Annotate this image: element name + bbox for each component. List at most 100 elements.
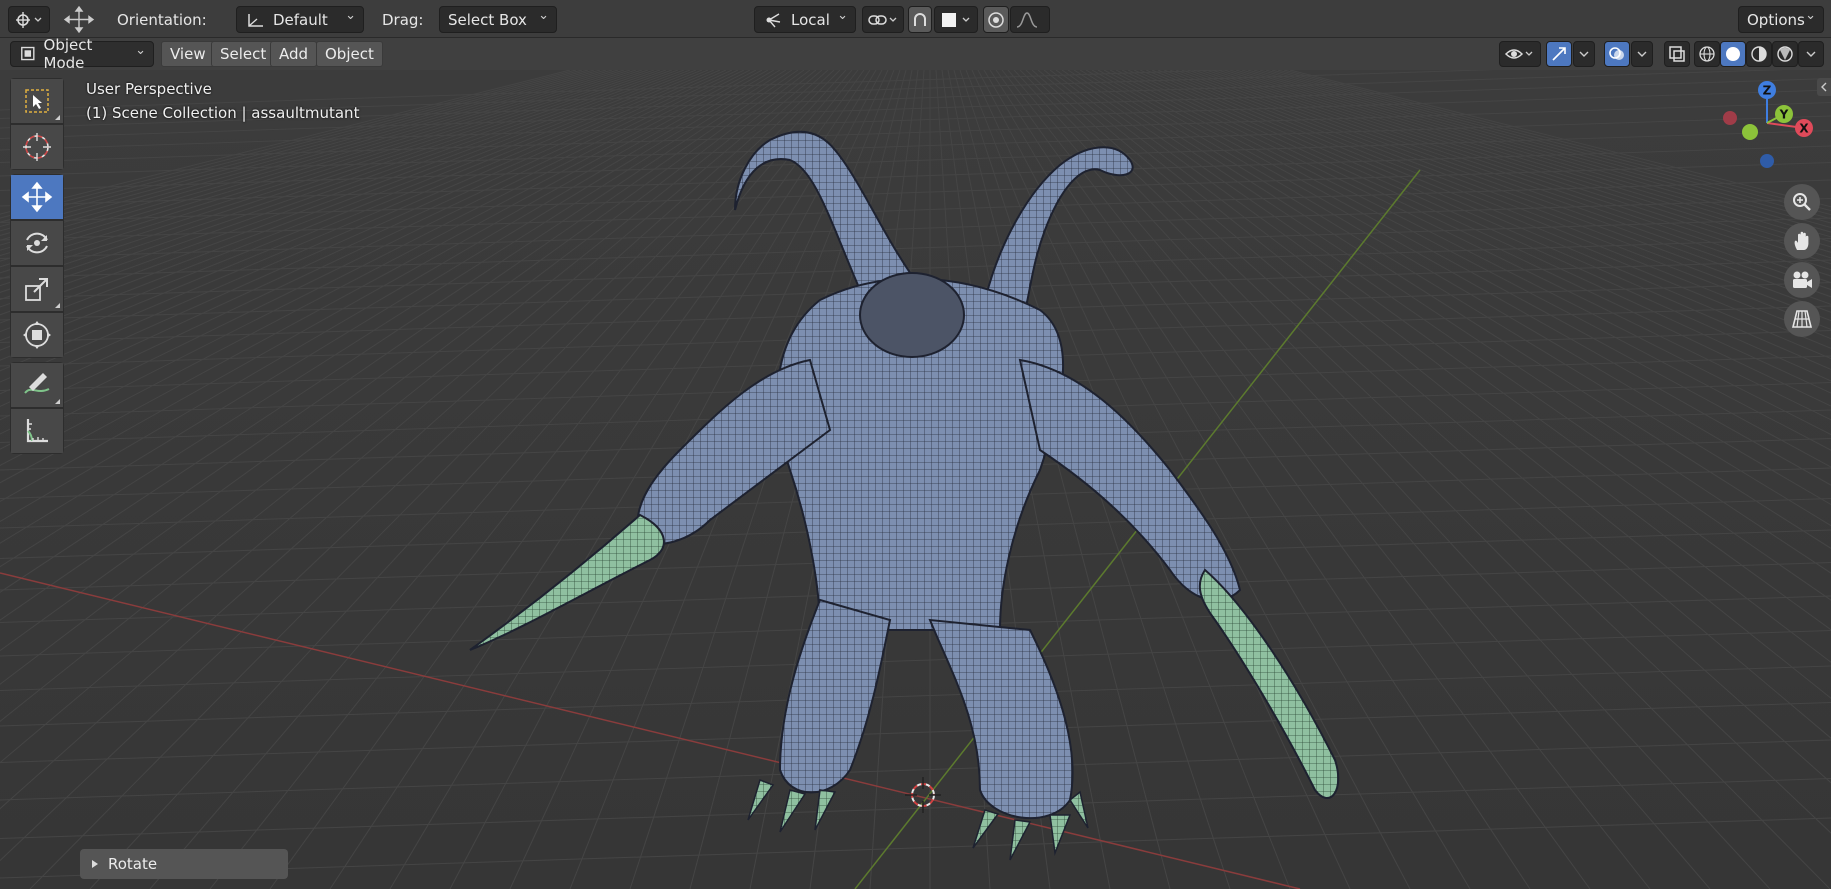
material-sphere-icon (1751, 46, 1767, 62)
perspective-toggle-button[interactable] (1784, 301, 1820, 337)
move-arrows-icon (63, 6, 95, 33)
shading-solid[interactable] (1720, 41, 1746, 67)
scale-icon (25, 278, 48, 301)
camera-view-button[interactable] (1784, 262, 1820, 298)
last-operator-panel[interactable]: Rotate (80, 849, 288, 879)
hand-icon (1794, 231, 1809, 250)
magnet-icon (914, 12, 926, 26)
cursor-crosshair-icon (23, 133, 51, 161)
menu-object-label: Object (316, 41, 383, 67)
shading-dropdown[interactable] (1798, 41, 1824, 67)
transform-icon (23, 321, 51, 349)
cursor-tool[interactable] (10, 124, 64, 170)
shading-material[interactable] (1746, 41, 1772, 67)
snap-toggle[interactable] (908, 6, 932, 33)
navigation-gizmo[interactable]: Z Y X (1712, 78, 1822, 178)
chevron-down-icon (1579, 51, 1589, 57)
viewport-header: Object Mode View Select Add Object (0, 36, 1831, 72)
gizmo-neg-y-handle[interactable] (1742, 124, 1758, 140)
orientation-label: Orientation: (117, 10, 207, 29)
options-label: Options (1747, 10, 1805, 29)
visibility-dropdown[interactable] (1499, 41, 1541, 67)
select-box-tool[interactable] (10, 78, 64, 124)
scale-tool[interactable] (10, 266, 64, 312)
gizmo-neg-z-handle[interactable] (1760, 154, 1774, 168)
triangle-right-icon (92, 860, 98, 868)
menu-add-label: Add (270, 41, 318, 67)
snap-increment-icon (942, 12, 970, 27)
grid-perspective-icon (1791, 310, 1813, 328)
move-tool[interactable] (10, 174, 64, 220)
proportional-edit-toggle[interactable] (983, 6, 1009, 33)
menu-view[interactable]: View (161, 41, 215, 67)
pencil-icon (24, 373, 50, 394)
editor-type-button[interactable] (8, 6, 50, 33)
orientation-dropdown[interactable]: Default (236, 6, 364, 33)
overlays-dropdown[interactable] (1631, 41, 1653, 67)
falloff-curve-icon (1016, 11, 1038, 28)
zoom-button[interactable] (1784, 184, 1820, 220)
menu-object[interactable]: Object (316, 41, 383, 67)
ruler-icon (26, 419, 48, 443)
gizmo-icon (1552, 47, 1566, 61)
menu-select[interactable]: Select (211, 41, 276, 67)
falloff-dropdown[interactable] (1010, 6, 1050, 33)
menu-view-label: View (161, 41, 215, 67)
mode-value: Object Mode (43, 36, 93, 72)
orientation-value: Default (273, 10, 328, 29)
mode-dropdown[interactable]: Object Mode (10, 36, 154, 72)
viewport-grid (0, 70, 1831, 889)
view-name: User Perspective (86, 80, 212, 98)
transform-tool[interactable] (10, 312, 64, 358)
move-icon (21, 181, 53, 213)
pan-button[interactable] (1784, 223, 1820, 259)
wireframe-sphere-icon (1699, 46, 1715, 62)
drag-dropdown[interactable]: Select Box (439, 6, 557, 33)
xray-toggle[interactable] (1664, 41, 1690, 67)
rotate-tool[interactable] (10, 220, 64, 266)
options-dropdown[interactable]: Options (1738, 6, 1824, 33)
transform-orientation-icon (766, 12, 781, 27)
overlays-toggle[interactable] (1604, 41, 1630, 67)
snap-target-dropdown[interactable] (934, 6, 978, 33)
proportional-edit-icon (988, 11, 1004, 28)
chevron-down-icon (1806, 51, 1816, 57)
annotate-tool[interactable] (10, 362, 64, 408)
select-box-icon (25, 89, 49, 113)
drag-label: Drag: (382, 10, 424, 29)
gizmo-neg-x-handle[interactable] (1723, 111, 1737, 125)
gizmo-dropdown[interactable] (1573, 41, 1595, 67)
sidebar-toggle[interactable] (1817, 78, 1831, 96)
eye-icon (1504, 49, 1533, 59)
shading-wireframe[interactable] (1694, 41, 1720, 67)
menu-add[interactable]: Add (270, 41, 318, 67)
overlays-icon (1609, 47, 1624, 60)
tool-shelf (10, 78, 64, 458)
pivot-dropdown[interactable]: Local (754, 6, 856, 33)
gizmo-z-label: Z (1763, 84, 1772, 98)
chevron-left-icon (1821, 82, 1827, 92)
gizmo-x-label: X (1799, 122, 1809, 136)
3d-viewport[interactable]: User Perspective (1) Scene Collection | … (0, 70, 1831, 889)
chevron-down-icon (1637, 51, 1647, 57)
solid-sphere-icon (1726, 47, 1740, 61)
pivot-value: Local (791, 10, 830, 29)
snap-dropdown[interactable] (862, 6, 904, 33)
shading-rendered[interactable] (1772, 41, 1798, 67)
editor-type-icon (16, 11, 42, 28)
collection-info: (1) Scene Collection | assaultmutant (86, 104, 360, 122)
measure-tool[interactable] (10, 408, 64, 454)
rendered-sphere-icon (1777, 46, 1793, 62)
last-operator-label: Rotate (108, 855, 158, 873)
tool-settings-bar: Orientation: Default Drag: Select Box Lo… (0, 0, 1831, 38)
rotate-icon (26, 232, 48, 254)
link-icon (868, 14, 897, 25)
xray-icon (1669, 46, 1685, 62)
zoom-icon (1793, 193, 1811, 211)
move-tool-indicator (62, 6, 96, 33)
gizmo-toggle[interactable] (1546, 41, 1572, 67)
menu-select-label: Select (211, 41, 276, 67)
object-mode-icon (21, 46, 35, 61)
camera-icon (1793, 271, 1812, 288)
orientation-icon (248, 13, 263, 27)
